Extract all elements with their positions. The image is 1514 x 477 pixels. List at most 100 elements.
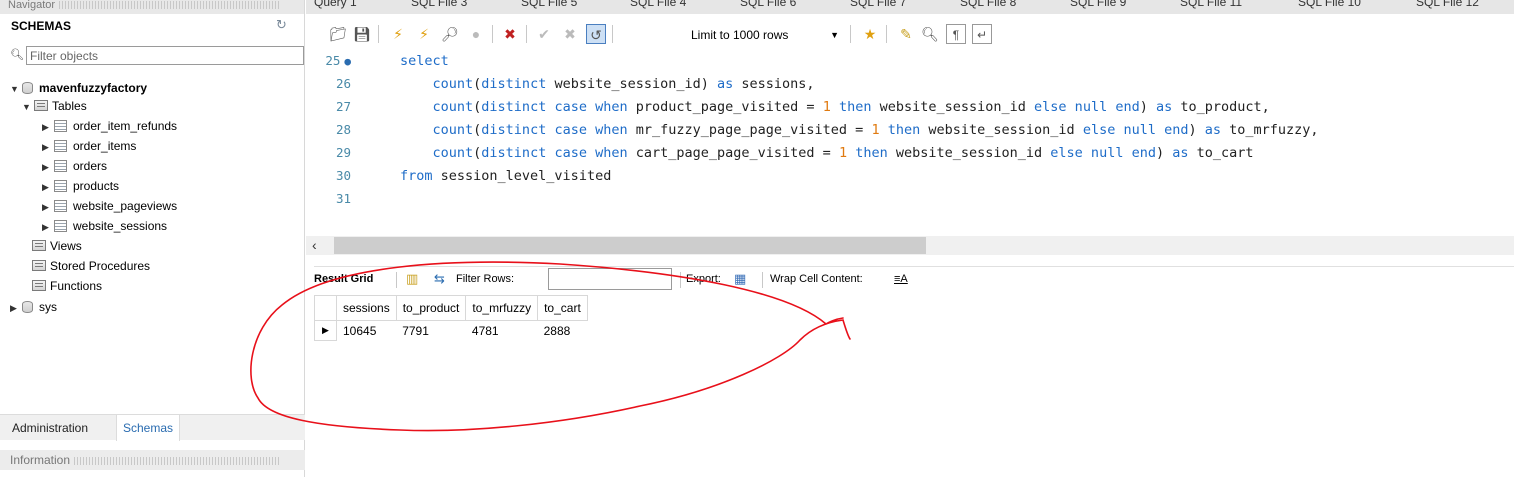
chevron-right-icon[interactable]: ▶ (42, 137, 54, 157)
chevron-right-icon[interactable]: ▶ (42, 177, 54, 197)
column-header[interactable]: sessions (336, 295, 397, 321)
tree-item[interactable]: ▶ orders (42, 156, 107, 176)
query-tab[interactable]: SQL File 12 (1416, 0, 1479, 9)
tree-item[interactable]: ▶ order_items (42, 136, 136, 156)
query-tab[interactable]: SQL File 5 (521, 0, 577, 9)
code-line: 31 (306, 188, 1514, 210)
query-tab[interactable]: SQL File 10 (1298, 0, 1361, 9)
query-tab[interactable]: SQL File 9 (1070, 0, 1126, 9)
filter-objects-input[interactable] (26, 46, 304, 65)
wrap-lines-icon[interactable]: ↵ (972, 24, 992, 44)
wrap-cell-label: Wrap Cell Content: (770, 273, 863, 285)
tab-schemas[interactable]: Schemas (116, 415, 181, 441)
grid-columns-icon[interactable]: ▥ (406, 271, 418, 287)
tree-item[interactable]: ▶ order_item_refunds (42, 116, 177, 136)
refresh-icon[interactable]: ↻ (276, 17, 287, 33)
tree-item-label: Stored Procedures (50, 259, 151, 273)
column-header[interactable]: to_cart (537, 295, 588, 321)
sql-keyword: distinct case when (481, 99, 628, 115)
schemas-bar: SCHEMAS ↻ (0, 14, 304, 36)
scroll-left-icon[interactable]: ‹ (312, 237, 317, 253)
explain-magnifier-icon[interactable]: 🔎︎ (440, 24, 460, 44)
tree-item[interactable]: Functions (32, 276, 102, 296)
query-tab[interactable]: SQL File 3 (411, 0, 467, 9)
stop-icon[interactable]: ● (466, 24, 486, 44)
toolbar-separator (396, 272, 397, 288)
commit-icon[interactable]: ✔ (534, 24, 554, 44)
chevron-right-icon[interactable]: ▶ (42, 217, 54, 237)
invisible-chars-icon[interactable]: ¶ (946, 24, 966, 44)
line-number: 29 (335, 145, 351, 160)
chevron-down-icon[interactable]: ▼ (10, 79, 22, 99)
grid-cell[interactable]: 4781 (466, 321, 538, 341)
column-header[interactable]: to_mrfuzzy (465, 295, 539, 321)
query-tab[interactable]: SQL File 7 (850, 0, 906, 9)
toolbar-separator (762, 272, 763, 288)
result-toolbar: Result Grid ▥ ⇆ Filter Rows: Export: ▦ W… (314, 266, 1514, 292)
scrollbar-thumb[interactable] (334, 237, 926, 254)
folder-icon (34, 100, 48, 111)
grid-cell[interactable]: 7791 (396, 321, 466, 341)
sql-keyword: distinct case when (481, 145, 628, 161)
find-icon[interactable]: 🔍︎ (920, 24, 940, 44)
line-number: 25 ● (325, 53, 351, 68)
save-icon[interactable]: 💾︎ (352, 24, 372, 44)
open-folder-icon[interactable]: 📁︎ (328, 24, 348, 44)
toolbar-separator (680, 272, 681, 288)
table-row[interactable]: ▶ 10645 7791 4781 2888 (314, 320, 588, 341)
query-tab[interactable]: SQL File 6 (740, 0, 796, 9)
chevron-right-icon[interactable]: ▶ (42, 117, 54, 137)
sql-editor[interactable]: 25 ● select 26 count(distinct website_sessi… (306, 50, 1514, 234)
sql-text: to_mrfuzzy, (1221, 122, 1319, 138)
tree-item[interactable]: ▼ Tables (22, 96, 87, 116)
database-icon (22, 301, 33, 313)
refresh-rows-icon[interactable]: ⇆ (434, 271, 445, 287)
tree-item[interactable]: ▶ website_sessions (42, 216, 167, 236)
filter-rows-input[interactable] (548, 268, 672, 290)
query-tab[interactable]: Query 1 (314, 0, 357, 9)
column-header[interactable]: to_product (395, 295, 467, 321)
rollback-icon[interactable]: ✖ (560, 24, 580, 44)
tree-item[interactable]: ▶ products (42, 176, 119, 196)
grid-cell[interactable]: 2888 (538, 321, 588, 341)
tree-item[interactable]: ▶ sys (10, 297, 57, 317)
tree-item[interactable]: Stored Procedures (32, 256, 150, 276)
limit-rows-select[interactable]: Limit to 1000 rows ▼ (686, 24, 846, 44)
tree-item[interactable]: Views (32, 236, 82, 256)
wrap-cell-icon[interactable]: ≡A (894, 273, 908, 285)
query-tab[interactable]: SQL File 4 (630, 0, 686, 9)
chevron-right-icon[interactable]: ▶ (42, 197, 54, 217)
execute-lightning-icon[interactable]: ⚡︎ (388, 24, 408, 44)
tree-item[interactable]: ▼ mavenfuzzyfactory (10, 78, 147, 98)
tree-item[interactable]: ▶ website_pageviews (42, 196, 177, 216)
grid-corner (314, 295, 337, 321)
chevron-right-icon[interactable]: ▶ (42, 157, 54, 177)
toggle-stop-on-error-icon[interactable]: ✖ (500, 24, 520, 44)
chevron-down-icon[interactable]: ▼ (22, 97, 34, 117)
code-text: from session_level_visited (400, 165, 611, 187)
filter-objects-row: 🔍︎ (8, 46, 304, 65)
sql-keyword: then (855, 145, 888, 161)
table-icon (54, 200, 67, 212)
grid-cell[interactable]: 10645 (337, 321, 397, 341)
auto-commit-icon[interactable]: ↺ (586, 24, 606, 44)
query-tab[interactable]: SQL File 8 (960, 0, 1016, 9)
tree-item-label: order_items (73, 139, 137, 153)
row-selector-icon[interactable]: ▶ (314, 320, 337, 341)
sql-text: product_page_visited = (627, 99, 823, 115)
beautify-brush-icon[interactable]: ✎ (896, 24, 916, 44)
chevron-right-icon[interactable]: ▶ (10, 298, 22, 318)
execute-current-icon[interactable]: ⚡︎ (414, 24, 434, 44)
sql-keyword: as (1155, 99, 1173, 115)
tree-item-label: Functions (50, 279, 103, 293)
sql-text: website_session_id (887, 145, 1051, 161)
export-icon[interactable]: ▦ (734, 271, 746, 287)
tree-item-label: sys (39, 300, 57, 314)
tab-administration[interactable]: Administration (6, 415, 94, 441)
query-tab[interactable]: SQL File 11 (1180, 0, 1242, 9)
editor-horizontal-scrollbar[interactable]: ‹ (306, 236, 1514, 255)
result-grid-tab[interactable]: Result Grid (314, 273, 373, 285)
sql-keyword: else null end (1050, 145, 1156, 161)
add-snippet-star-icon[interactable]: ★ (860, 24, 880, 44)
